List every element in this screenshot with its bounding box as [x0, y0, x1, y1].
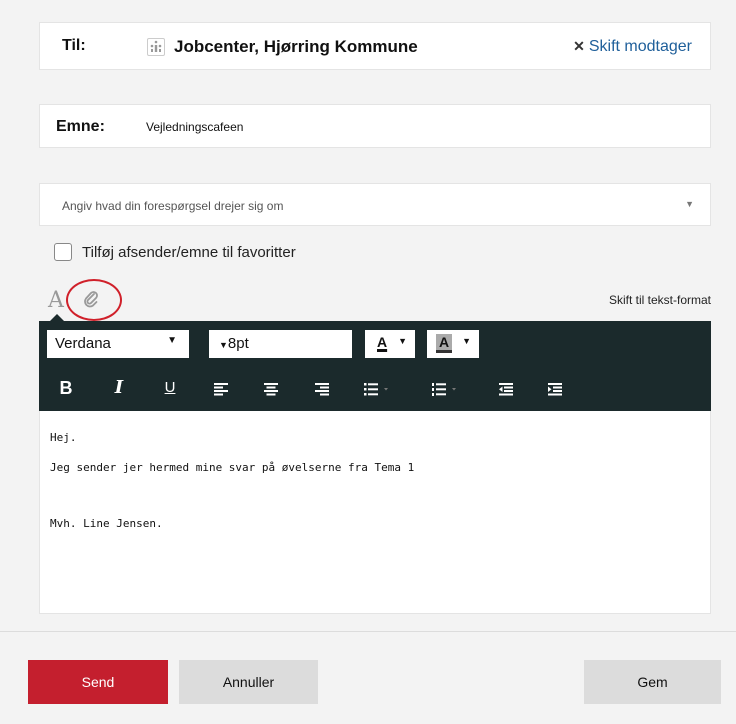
close-icon: ✕	[573, 38, 585, 54]
editor-line: Hej.	[50, 431, 77, 444]
background-color-icon: A	[436, 334, 453, 353]
align-center-icon	[264, 383, 278, 396]
editor-line: Jeg sender jer hermed mine svar på øvels…	[50, 461, 415, 474]
bold-button[interactable]: B	[53, 376, 79, 400]
align-right-icon	[315, 383, 329, 396]
subject-label: Emne:	[56, 118, 105, 135]
chevron-down-icon: ▼	[167, 335, 177, 346]
recipient-row: Til: Jobcenter, Hjørring Kommune ✕ Skift …	[39, 22, 711, 70]
bullet-list-icon	[364, 383, 388, 396]
message-editor[interactable]: Hej. Jeg sender jer hermed mine svar på …	[39, 411, 711, 614]
topic-placeholder: Angiv hvad din forespørgsel drejer sig o…	[62, 199, 284, 213]
outdent-button[interactable]	[493, 376, 519, 400]
italic-button[interactable]: I	[106, 376, 132, 400]
underline-button[interactable]: U	[157, 376, 183, 400]
chevron-down-icon: ▼	[685, 199, 694, 209]
numbered-list-button[interactable]	[428, 376, 464, 400]
footer-divider	[0, 631, 736, 632]
attachment-paperclip-icon[interactable]	[82, 290, 100, 313]
align-left-icon	[214, 383, 228, 396]
subject-row: Emne:	[39, 104, 711, 148]
indent-icon	[548, 383, 562, 396]
chevron-down-icon: ▼	[398, 336, 407, 346]
editor-line: Mvh. Line Jensen.	[50, 517, 163, 530]
chevron-down-icon: ▼	[462, 336, 471, 346]
align-center-button[interactable]	[258, 376, 284, 400]
font-size-value: ▼8pt	[219, 335, 249, 352]
text-color-button[interactable]: A ▼	[365, 330, 415, 358]
recipient-label: Til:	[62, 37, 86, 54]
align-right-button[interactable]	[309, 376, 335, 400]
font-family-select[interactable]: Verdana ▼	[47, 330, 189, 358]
change-recipient-button[interactable]: ✕ Skift modtager	[573, 38, 692, 56]
save-button[interactable]: Gem	[584, 660, 721, 704]
switch-text-format-link[interactable]: Skift til tekst-format	[609, 293, 711, 307]
chevron-down-icon: ▼	[219, 340, 228, 350]
text-color-icon: A	[377, 334, 388, 350]
outdent-icon	[499, 383, 513, 396]
font-size-select[interactable]: ▼8pt	[209, 330, 352, 358]
change-recipient-label: Skift modtager	[588, 38, 692, 55]
bullet-list-button[interactable]	[360, 376, 396, 400]
recipient-name: Jobcenter, Hjørring Kommune	[174, 37, 418, 56]
cancel-button[interactable]: Annuller	[179, 660, 318, 704]
editor-toolbar: Verdana ▼ ▼8pt A ▼ A ▼ B I U	[39, 321, 711, 411]
rich-text-format-icon[interactable]: A	[48, 288, 64, 313]
topic-select[interactable]: Angiv hvad din forespørgsel drejer sig o…	[39, 183, 711, 226]
align-left-button[interactable]	[208, 376, 234, 400]
favorite-label[interactable]: Tilføj afsender/emne til favoritter	[82, 244, 296, 261]
background-color-button[interactable]: A ▼	[427, 330, 479, 358]
send-button[interactable]: Send	[28, 660, 168, 704]
font-family-value: Verdana	[55, 335, 111, 352]
organization-icon	[147, 38, 165, 56]
active-tab-pointer	[50, 314, 64, 321]
subject-input[interactable]	[146, 115, 686, 139]
numbered-list-icon	[432, 383, 456, 397]
indent-button[interactable]	[542, 376, 568, 400]
favorite-checkbox[interactable]	[54, 243, 72, 261]
